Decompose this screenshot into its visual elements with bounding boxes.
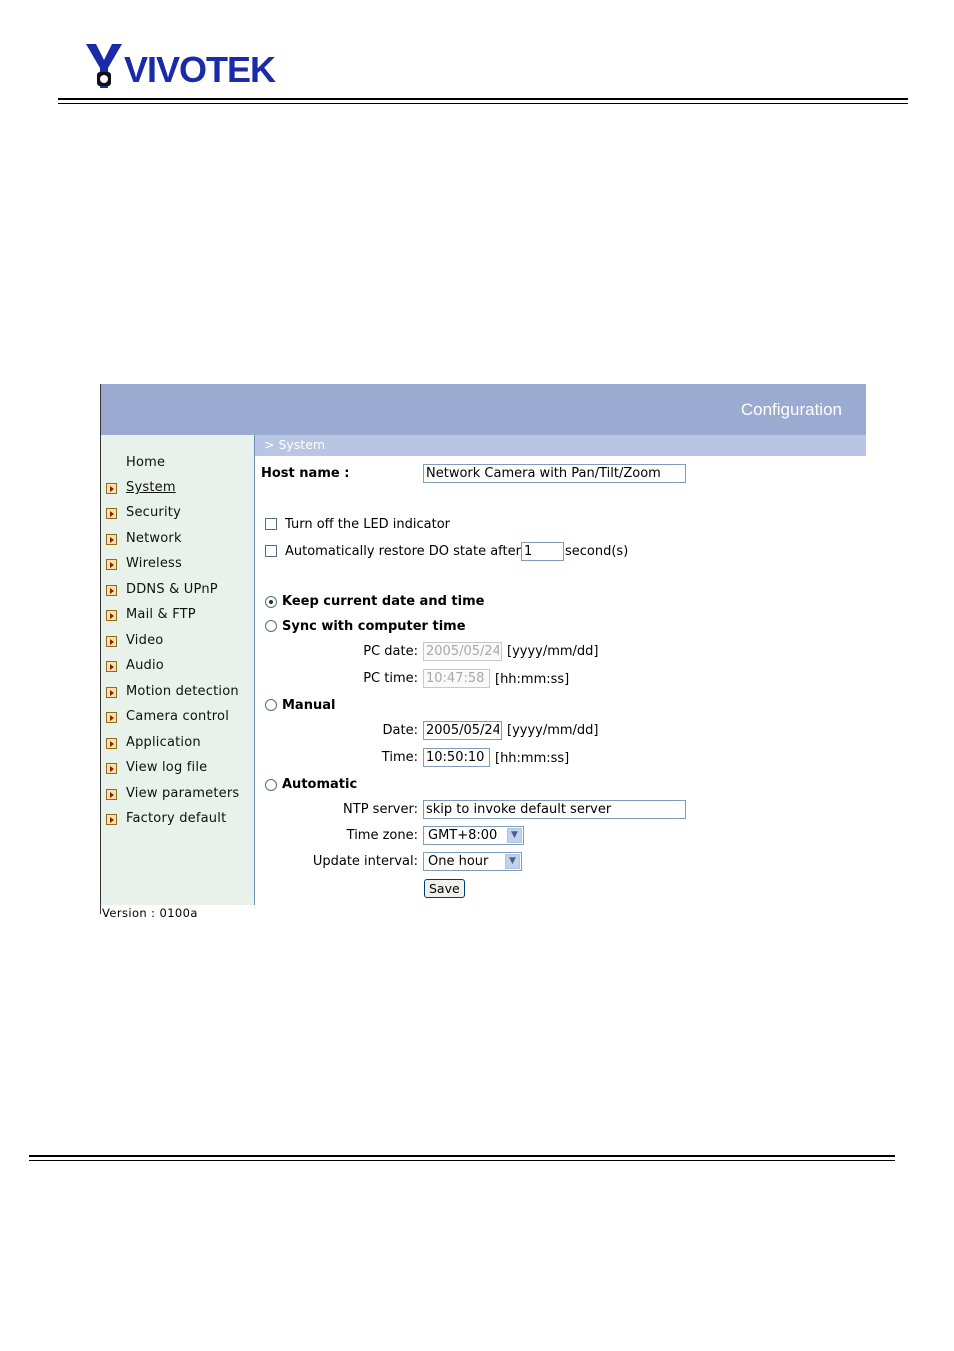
host-name-input[interactable] xyxy=(423,464,686,483)
sidebar-item-label: Video xyxy=(126,633,164,648)
arrow-icon xyxy=(106,483,117,494)
time-input[interactable] xyxy=(423,748,490,767)
save-button[interactable]: Save xyxy=(424,879,465,898)
sidebar-item-label: Wireless xyxy=(126,556,182,571)
top-divider xyxy=(58,98,908,104)
breadcrumb-text: > System xyxy=(264,437,326,452)
arrow-icon xyxy=(106,712,117,723)
keep-time-label: Keep current date and time xyxy=(282,594,485,609)
breadcrumb: > System xyxy=(255,435,866,456)
sidebar-item-label: View log file xyxy=(126,760,208,775)
ntp-server-label: NTP server: xyxy=(343,802,418,817)
arrow-icon xyxy=(106,508,117,519)
host-name-label: Host name : xyxy=(261,466,350,481)
chevron-down-icon[interactable]: ▼ xyxy=(505,854,520,869)
sidebar-item-label: System xyxy=(126,480,176,495)
bottom-divider xyxy=(29,1155,895,1161)
sidebar-item-label: Motion detection xyxy=(126,684,239,699)
restore-do-checkbox[interactable] xyxy=(265,545,277,557)
sidebar-item-label: DDNS & UPnP xyxy=(126,582,218,597)
time-zone-select[interactable]: GMT+8:00 ▼ xyxy=(423,826,524,845)
pc-time-input xyxy=(423,669,490,688)
led-checkbox[interactable] xyxy=(265,518,277,530)
time-label: Time: xyxy=(381,750,418,765)
keep-time-radio[interactable] xyxy=(265,596,277,608)
restore-do-unit: second(s) xyxy=(565,544,629,559)
restore-do-label: Automatically restore DO state after xyxy=(285,544,521,559)
manual-label: Manual xyxy=(282,698,336,713)
sidebar-item-label: Security xyxy=(126,505,181,520)
camera-logo-icon xyxy=(86,44,122,88)
sidebar-item-label: Factory default xyxy=(126,811,227,826)
sync-computer-label: Sync with computer time xyxy=(282,619,466,634)
update-interval-label: Update interval: xyxy=(312,854,418,869)
arrow-icon xyxy=(106,559,117,570)
pc-time-format: [hh:mm:ss] xyxy=(495,672,570,687)
vivotek-logo: VIVOTEK xyxy=(84,42,294,94)
panel-header: Configuration xyxy=(100,384,866,435)
config-panel: Configuration Home System Security Netwo… xyxy=(100,384,866,920)
manual-radio[interactable] xyxy=(265,699,277,711)
time-format: [hh:mm:ss] xyxy=(495,751,570,766)
restore-do-seconds-input[interactable] xyxy=(521,542,564,561)
pc-time-label: PC time: xyxy=(363,671,418,686)
automatic-label: Automatic xyxy=(282,777,358,792)
sidebar-item-label: Mail & FTP xyxy=(126,607,196,622)
update-interval-value: One hour xyxy=(428,854,489,869)
sidebar-item-label: Application xyxy=(126,735,201,750)
sidebar-item-label: Home xyxy=(126,455,166,470)
date-label: Date: xyxy=(382,723,418,738)
arrow-icon xyxy=(106,610,117,621)
sidebar-divider xyxy=(254,435,255,905)
arrow-icon xyxy=(106,585,117,596)
arrow-icon xyxy=(106,687,117,698)
version-text: Version : 0100a xyxy=(102,906,198,920)
pc-date-format: [yyyy/mm/dd] xyxy=(507,644,599,659)
arrow-icon xyxy=(106,738,117,749)
chevron-down-icon[interactable]: ▼ xyxy=(507,828,522,843)
sync-computer-radio[interactable] xyxy=(265,620,277,632)
time-zone-value: GMT+8:00 xyxy=(428,828,498,843)
ntp-server-input[interactable] xyxy=(423,800,686,819)
sidebar-item-label: Audio xyxy=(126,658,164,673)
date-input[interactable] xyxy=(423,721,502,740)
arrow-icon xyxy=(106,661,117,672)
automatic-radio[interactable] xyxy=(265,779,277,791)
arrow-icon xyxy=(106,763,117,774)
pc-date-input xyxy=(423,642,502,661)
sidebar-item-label: Network xyxy=(126,531,182,546)
panel-title: Configuration xyxy=(740,400,842,419)
time-zone-label: Time zone: xyxy=(346,828,418,843)
date-format: [yyyy/mm/dd] xyxy=(507,723,599,738)
logo-text: VIVOTEK xyxy=(124,49,276,90)
sidebar-item-label: View parameters xyxy=(126,786,240,801)
pc-date-label: PC date: xyxy=(363,644,418,659)
arrow-icon xyxy=(106,789,117,800)
arrow-icon xyxy=(106,534,117,545)
sidebar: Home System Security Network Wireless DD… xyxy=(101,435,254,920)
sidebar-item-label: Camera control xyxy=(126,709,230,724)
led-label: Turn off the LED indicator xyxy=(285,517,451,532)
update-interval-select[interactable]: One hour ▼ xyxy=(423,852,522,871)
arrow-icon xyxy=(106,814,117,825)
arrow-icon xyxy=(106,636,117,647)
